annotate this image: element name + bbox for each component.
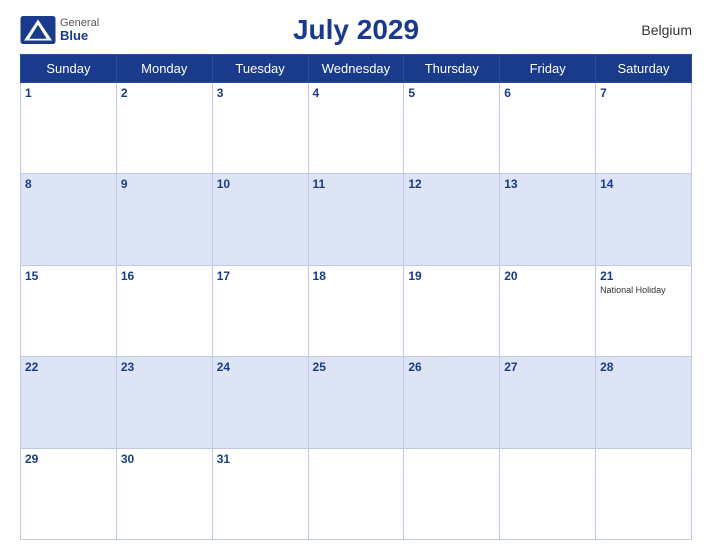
calendar-cell: 26 xyxy=(404,357,500,448)
calendar-cell: 21 National Holiday xyxy=(596,265,692,356)
day-number: 18 xyxy=(313,269,400,283)
calendar-cell: 23 xyxy=(116,357,212,448)
day-number: 16 xyxy=(121,269,208,283)
calendar-cell: 17 xyxy=(212,265,308,356)
day-number: 23 xyxy=(121,360,208,374)
weekday-header-tuesday: Tuesday xyxy=(212,55,308,83)
calendar-cell xyxy=(404,448,500,539)
calendar-cell: 31 xyxy=(212,448,308,539)
day-number: 3 xyxy=(217,86,304,100)
calendar-cell xyxy=(308,448,404,539)
calendar-cell: 10 xyxy=(212,174,308,265)
calendar-cell xyxy=(500,448,596,539)
weekday-header-thursday: Thursday xyxy=(404,55,500,83)
day-number: 21 xyxy=(600,269,687,283)
calendar-cell xyxy=(596,448,692,539)
calendar-cell: 20 xyxy=(500,265,596,356)
week-row-1: 1234567 xyxy=(21,83,692,174)
calendar-cell: 5 xyxy=(404,83,500,174)
week-row-5: 29 30 31 xyxy=(21,448,692,539)
day-number: 12 xyxy=(408,177,495,191)
weekday-header-friday: Friday xyxy=(500,55,596,83)
calendar-cell: 28 xyxy=(596,357,692,448)
day-number: 28 xyxy=(600,360,687,374)
logo: General Blue xyxy=(20,16,99,44)
calendar-cell: 25 xyxy=(308,357,404,448)
day-number: 13 xyxy=(504,177,591,191)
calendar-cell: 12 xyxy=(404,174,500,265)
calendar-cell: 19 xyxy=(404,265,500,356)
day-number: 20 xyxy=(504,269,591,283)
calendar-cell: 9 xyxy=(116,174,212,265)
day-number: 19 xyxy=(408,269,495,283)
calendar-cell: 2 xyxy=(116,83,212,174)
calendar-cell: 6 xyxy=(500,83,596,174)
calendar-cell: 27 xyxy=(500,357,596,448)
day-number: 2 xyxy=(121,86,208,100)
day-number: 25 xyxy=(313,360,400,374)
calendar-cell: 3 xyxy=(212,83,308,174)
week-row-3: 15 16 17 18 19 20 21 National Holiday xyxy=(21,265,692,356)
day-number: 8 xyxy=(25,177,112,191)
logo-blue-text: Blue xyxy=(60,29,99,43)
calendar-cell: 14 xyxy=(596,174,692,265)
day-number: 22 xyxy=(25,360,112,374)
holiday-label: National Holiday xyxy=(600,285,687,296)
weekday-header-monday: Monday xyxy=(116,55,212,83)
weekday-header-saturday: Saturday xyxy=(596,55,692,83)
calendar-cell: 29 xyxy=(21,448,117,539)
logo-icon xyxy=(20,16,56,44)
day-number: 24 xyxy=(217,360,304,374)
day-number: 15 xyxy=(25,269,112,283)
day-number: 6 xyxy=(504,86,591,100)
calendar-cell: 1 xyxy=(21,83,117,174)
day-number: 5 xyxy=(408,86,495,100)
calendar-cell: 16 xyxy=(116,265,212,356)
calendar-cell: 13 xyxy=(500,174,596,265)
week-row-4: 22 23 24 25 26 27 28 xyxy=(21,357,692,448)
day-number: 17 xyxy=(217,269,304,283)
calendar-cell: 30 xyxy=(116,448,212,539)
calendar-cell: 7 xyxy=(596,83,692,174)
calendar-title: July 2029 xyxy=(293,14,419,46)
day-number: 30 xyxy=(121,452,208,466)
day-number: 7 xyxy=(600,86,687,100)
day-number: 29 xyxy=(25,452,112,466)
day-number: 26 xyxy=(408,360,495,374)
calendar-cell: 8 xyxy=(21,174,117,265)
day-number: 9 xyxy=(121,177,208,191)
calendar-cell: 24 xyxy=(212,357,308,448)
calendar-header: General Blue July 2029 Belgium xyxy=(20,10,692,50)
calendar-cell: 11 xyxy=(308,174,404,265)
day-number: 14 xyxy=(600,177,687,191)
day-number: 1 xyxy=(25,86,112,100)
calendar-cell: 15 xyxy=(21,265,117,356)
day-number: 4 xyxy=(313,86,400,100)
weekday-header-wednesday: Wednesday xyxy=(308,55,404,83)
calendar-table: SundayMondayTuesdayWednesdayThursdayFrid… xyxy=(20,54,692,540)
weekday-header-sunday: Sunday xyxy=(21,55,117,83)
day-number: 27 xyxy=(504,360,591,374)
calendar-cell: 4 xyxy=(308,83,404,174)
week-row-2: 89 10 11 12 13 14 xyxy=(21,174,692,265)
day-number: 10 xyxy=(217,177,304,191)
calendar-cell: 18 xyxy=(308,265,404,356)
day-number: 11 xyxy=(313,177,400,191)
day-number: 31 xyxy=(217,452,304,466)
calendar-cell: 22 xyxy=(21,357,117,448)
country-label: Belgium xyxy=(641,22,692,38)
weekday-header-row: SundayMondayTuesdayWednesdayThursdayFrid… xyxy=(21,55,692,83)
